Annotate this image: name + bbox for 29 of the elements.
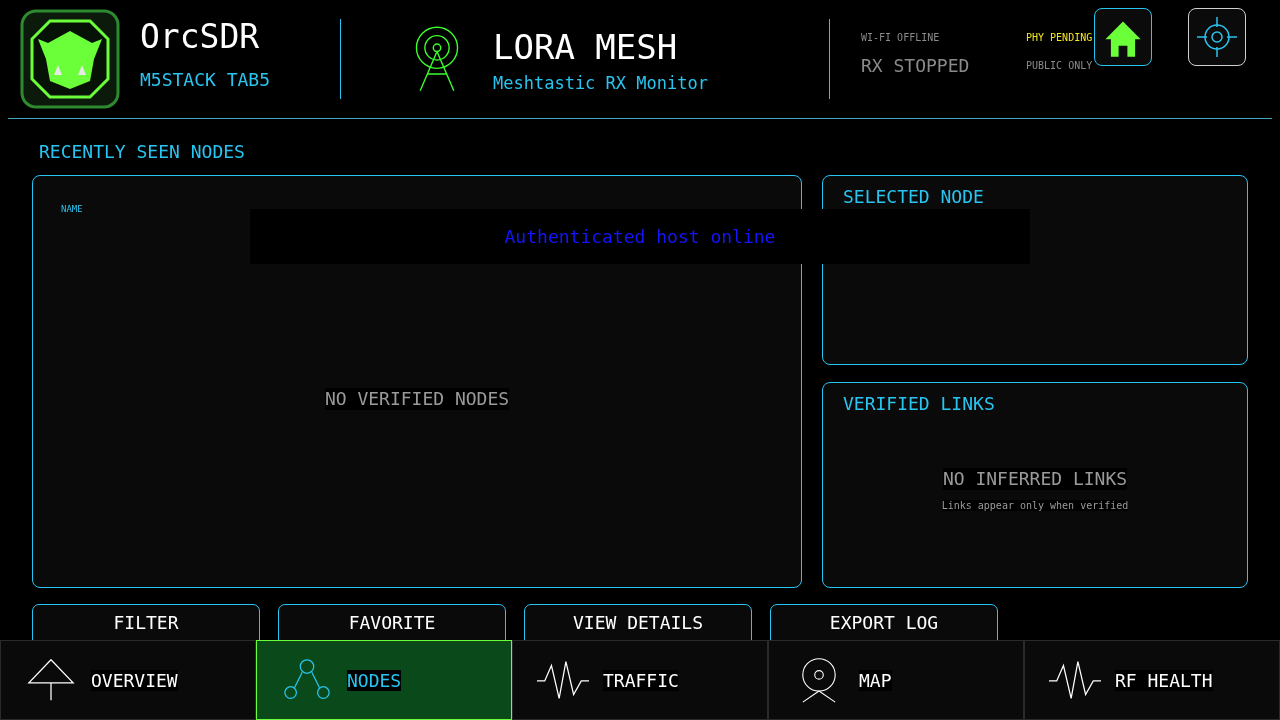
- nav-tab[interactable]: RF HEALTH: [1024, 640, 1280, 720]
- nav-tab[interactable]: TRAFFIC: [512, 640, 768, 720]
- empty-message: NO VERIFIED NODES: [324, 388, 510, 410]
- nav-tab[interactable]: NODES: [256, 640, 512, 720]
- toast-message: Authenticated host online: [250, 209, 1030, 264]
- status-label: WI-FI OFFLINE: [861, 32, 941, 43]
- hint-text: Links appear only when verified: [941, 500, 1129, 511]
- status-label: PUBLIC ONLY: [1026, 60, 1094, 71]
- nav-tab[interactable]: OVERVIEW: [0, 640, 256, 720]
- tower-icon: [25, 657, 77, 703]
- app-subtitle: Meshtastic RX Monitor: [493, 73, 708, 93]
- column-header: NAME: [61, 204, 83, 214]
- status-label: PHY PENDING: [1026, 32, 1094, 43]
- section-title: RECENTLY SEEN NODES: [39, 141, 246, 164]
- status-label: RX STOPPED: [861, 55, 971, 76]
- locate-button[interactable]: [1188, 8, 1246, 66]
- panel-title: SELECTED NODE: [843, 186, 985, 207]
- action-button[interactable]: FILTER: [32, 604, 260, 640]
- action-button[interactable]: EXPORT LOG: [770, 604, 998, 640]
- action-button[interactable]: VIEW DETAILS: [524, 604, 752, 640]
- brand-title: OrcSDR: [140, 15, 261, 58]
- action-button[interactable]: FAVORITE: [278, 604, 506, 640]
- panel-title: VERIFIED LINKS: [843, 393, 996, 414]
- home-button[interactable]: [1094, 8, 1152, 66]
- crosshair-icon: [1195, 15, 1239, 59]
- nav-tab[interactable]: MAP: [768, 640, 1024, 720]
- device-subtitle: M5STACK TAB5: [140, 68, 272, 90]
- app-title: LORA MESH: [493, 26, 679, 69]
- empty-message: NO INFERRED LINKS: [942, 468, 1128, 490]
